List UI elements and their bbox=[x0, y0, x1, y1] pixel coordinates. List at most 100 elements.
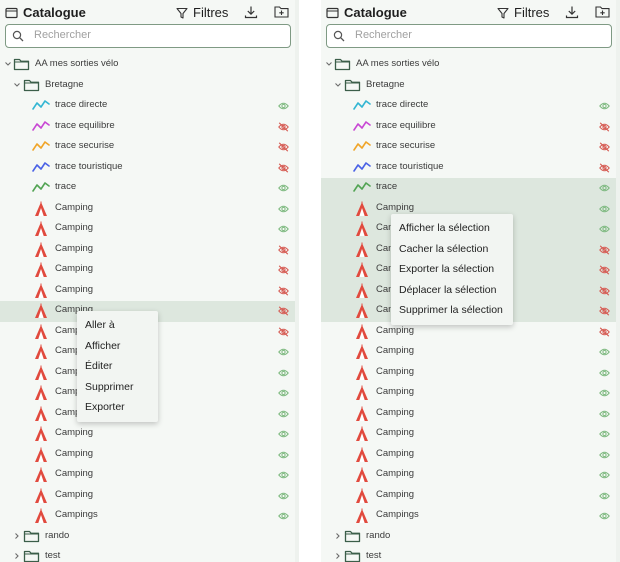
tree-folder-rando[interactable]: rando bbox=[0, 527, 299, 548]
tree-item-camping[interactable]: Camping bbox=[0, 260, 299, 281]
tree-item-trace[interactable]: trace bbox=[0, 178, 299, 199]
tree-item-camping[interactable]: Camping bbox=[0, 486, 299, 507]
eye-off-icon[interactable] bbox=[278, 244, 289, 255]
eye-icon[interactable] bbox=[599, 491, 610, 501]
eye-off-icon[interactable] bbox=[599, 326, 610, 337]
eye-icon[interactable] bbox=[278, 470, 289, 480]
eye-icon[interactable] bbox=[599, 511, 610, 521]
tree-item-camping[interactable]: Camping bbox=[321, 404, 620, 425]
eye-icon[interactable] bbox=[599, 101, 610, 111]
tree-folder-bretagne[interactable]: Bretagne bbox=[321, 76, 620, 97]
tree-folder-test[interactable]: test bbox=[0, 547, 299, 562]
eye-icon[interactable] bbox=[599, 204, 610, 214]
tree-item-trace[interactable]: trace touristique bbox=[0, 158, 299, 179]
eye-off-icon[interactable] bbox=[599, 306, 610, 316]
eye-icon[interactable] bbox=[278, 450, 289, 460]
context-menu-item[interactable]: Supprimer la sélection bbox=[391, 300, 513, 321]
tree-item-trace[interactable]: trace equilibre bbox=[0, 117, 299, 138]
eye-icon[interactable] bbox=[278, 409, 289, 419]
tree-item-trace[interactable]: trace securise bbox=[321, 137, 620, 158]
eye-off-icon[interactable] bbox=[278, 162, 289, 173]
eye-icon[interactable] bbox=[599, 224, 610, 234]
tree-folder-bretagne[interactable]: Bretagne bbox=[0, 76, 299, 97]
eye-off-icon[interactable] bbox=[599, 244, 610, 255]
eye-icon[interactable] bbox=[278, 224, 289, 234]
download-button[interactable] bbox=[565, 5, 581, 21]
tree-folder-root[interactable]: AA mes sorties vélo bbox=[321, 55, 620, 76]
eye-icon[interactable] bbox=[278, 101, 289, 111]
context-menu-item[interactable]: Éditer bbox=[77, 356, 158, 377]
eye-icon[interactable] bbox=[599, 470, 610, 480]
eye-icon[interactable] bbox=[599, 409, 610, 419]
tree-item-camping[interactable]: Camping bbox=[321, 424, 620, 445]
tree-item-camping[interactable]: Camping bbox=[321, 465, 620, 486]
tree-item-camping[interactable]: Camping bbox=[0, 240, 299, 261]
eye-off-icon[interactable] bbox=[599, 265, 610, 275]
eye-icon[interactable] bbox=[278, 491, 289, 501]
filters-button[interactable]: Filtres bbox=[176, 5, 228, 20]
add-folder-button[interactable] bbox=[274, 5, 290, 21]
context-menu-item[interactable]: Exporter bbox=[77, 397, 158, 418]
context-menu-item[interactable]: Cacher la sélection bbox=[391, 239, 513, 260]
eye-off-icon[interactable] bbox=[599, 142, 610, 152]
scrollbar[interactable] bbox=[616, 0, 620, 562]
tree-folder-rando[interactable]: rando bbox=[321, 527, 620, 548]
search-input[interactable] bbox=[32, 28, 236, 42]
eye-off-icon[interactable] bbox=[278, 142, 289, 152]
eye-icon[interactable] bbox=[599, 450, 610, 460]
context-menu-item[interactable]: Supprimer bbox=[77, 377, 158, 398]
tree-item-camping[interactable]: Camping bbox=[0, 219, 299, 240]
tree-item-camping[interactable]: Campings bbox=[321, 506, 620, 527]
download-button[interactable] bbox=[244, 5, 260, 21]
tree-folder-root[interactable]: AA mes sorties vélo bbox=[0, 55, 299, 76]
tree-item-camping[interactable]: Camping bbox=[0, 445, 299, 466]
eye-off-icon[interactable] bbox=[599, 285, 610, 296]
tree-folder-test[interactable]: test bbox=[321, 547, 620, 562]
catalogue-title[interactable]: Catalogue bbox=[326, 5, 407, 20]
tree-item-trace[interactable]: trace bbox=[321, 178, 620, 199]
eye-off-icon[interactable] bbox=[278, 265, 289, 275]
tree-item-trace[interactable]: trace touristique bbox=[321, 158, 620, 179]
eye-icon[interactable] bbox=[278, 368, 289, 378]
eye-icon[interactable] bbox=[278, 204, 289, 214]
eye-off-icon[interactable] bbox=[278, 326, 289, 337]
eye-icon[interactable] bbox=[599, 429, 610, 439]
eye-icon[interactable] bbox=[599, 183, 610, 193]
tree-item-trace[interactable]: trace directe bbox=[321, 96, 620, 117]
tree-item-camping[interactable]: Camping bbox=[0, 281, 299, 302]
eye-icon[interactable] bbox=[599, 388, 610, 398]
context-menu-item[interactable]: Afficher bbox=[77, 336, 158, 357]
context-menu-item[interactable]: Aller à bbox=[77, 315, 158, 336]
eye-icon[interactable] bbox=[599, 368, 610, 378]
eye-off-icon[interactable] bbox=[278, 306, 289, 316]
tree-item-trace[interactable]: trace securise bbox=[0, 137, 299, 158]
filters-button[interactable]: Filtres bbox=[497, 5, 549, 20]
eye-off-icon[interactable] bbox=[599, 121, 610, 132]
tree-item-camping[interactable]: Camping bbox=[321, 445, 620, 466]
context-menu-item[interactable]: Déplacer la sélection bbox=[391, 280, 513, 301]
tree-item-camping[interactable]: Camping bbox=[321, 486, 620, 507]
eye-icon[interactable] bbox=[278, 511, 289, 521]
tree-item-camping[interactable]: Camping bbox=[0, 465, 299, 486]
catalogue-title[interactable]: Catalogue bbox=[5, 5, 86, 20]
context-menu-item[interactable]: Exporter la sélection bbox=[391, 259, 513, 280]
add-folder-button[interactable] bbox=[595, 5, 611, 21]
tree-item-camping[interactable]: Camping bbox=[0, 199, 299, 220]
tree-item-camping[interactable]: Camping bbox=[321, 383, 620, 404]
search-input[interactable] bbox=[353, 28, 557, 42]
tree-item-camping[interactable]: Campings bbox=[0, 506, 299, 527]
eye-icon[interactable] bbox=[278, 388, 289, 398]
tree-item-camping[interactable]: Camping bbox=[0, 424, 299, 445]
tree-item-trace[interactable]: trace equilibre bbox=[321, 117, 620, 138]
tree-item-camping[interactable]: Camping bbox=[321, 363, 620, 384]
eye-icon[interactable] bbox=[278, 183, 289, 193]
tree-item-trace[interactable]: trace directe bbox=[0, 96, 299, 117]
context-menu-item[interactable]: Afficher la sélection bbox=[391, 218, 513, 239]
eye-icon[interactable] bbox=[278, 347, 289, 357]
eye-icon[interactable] bbox=[599, 347, 610, 357]
eye-icon[interactable] bbox=[278, 429, 289, 439]
eye-off-icon[interactable] bbox=[599, 162, 610, 173]
eye-off-icon[interactable] bbox=[278, 121, 289, 132]
tree-item-camping[interactable]: Camping bbox=[321, 342, 620, 363]
eye-off-icon[interactable] bbox=[278, 285, 289, 296]
